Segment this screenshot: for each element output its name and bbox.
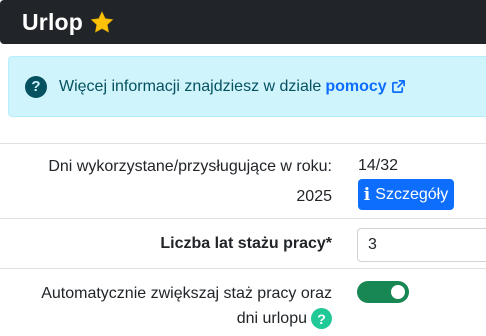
question-circle-icon: ?	[25, 75, 47, 98]
alert-text: Więcej informacji znajdziesz w dziale	[59, 77, 322, 95]
days-label-year: 2025	[296, 188, 332, 205]
days-value: 14/32	[358, 157, 399, 174]
page-header: Urlop	[0, 0, 486, 44]
seniority-label: Liczba lat stażu pracy*	[160, 235, 332, 252]
auto-label-line2-wrap: dni urlopu?	[41, 307, 332, 331]
star-icon[interactable]	[89, 10, 115, 35]
seniority-years-input[interactable]	[357, 228, 486, 262]
help-link-label: pomocy	[325, 77, 387, 95]
divider	[0, 268, 486, 269]
auto-label-line2: dni urlopu	[236, 310, 307, 327]
info-alert: ? Więcej informacji znajdziesz w dziale …	[8, 56, 486, 117]
page-title: Urlop	[22, 8, 84, 35]
details-button-label: Szczegóły	[375, 185, 449, 203]
info-icon: i	[363, 184, 371, 205]
days-label-line1: Dni wykorzystane/przysługujące w roku:	[48, 158, 332, 175]
auto-increase-toggle[interactable]	[357, 281, 409, 303]
auto-increase-label: Automatycznie zwiększaj staż pracy oraz …	[41, 282, 332, 331]
details-button[interactable]: i Szczegóły	[358, 179, 454, 210]
help-question-icon[interactable]: ?	[311, 308, 332, 330]
external-link-icon	[391, 79, 406, 94]
toggle-knob	[391, 285, 405, 299]
help-link[interactable]: pomocy	[325, 78, 405, 96]
auto-label-line1: Automatycznie zwiększaj staż pracy oraz	[41, 285, 332, 302]
divider	[0, 218, 486, 219]
divider	[0, 143, 486, 144]
days-label: Dni wykorzystane/przysługujące w roku: 2…	[48, 155, 332, 209]
